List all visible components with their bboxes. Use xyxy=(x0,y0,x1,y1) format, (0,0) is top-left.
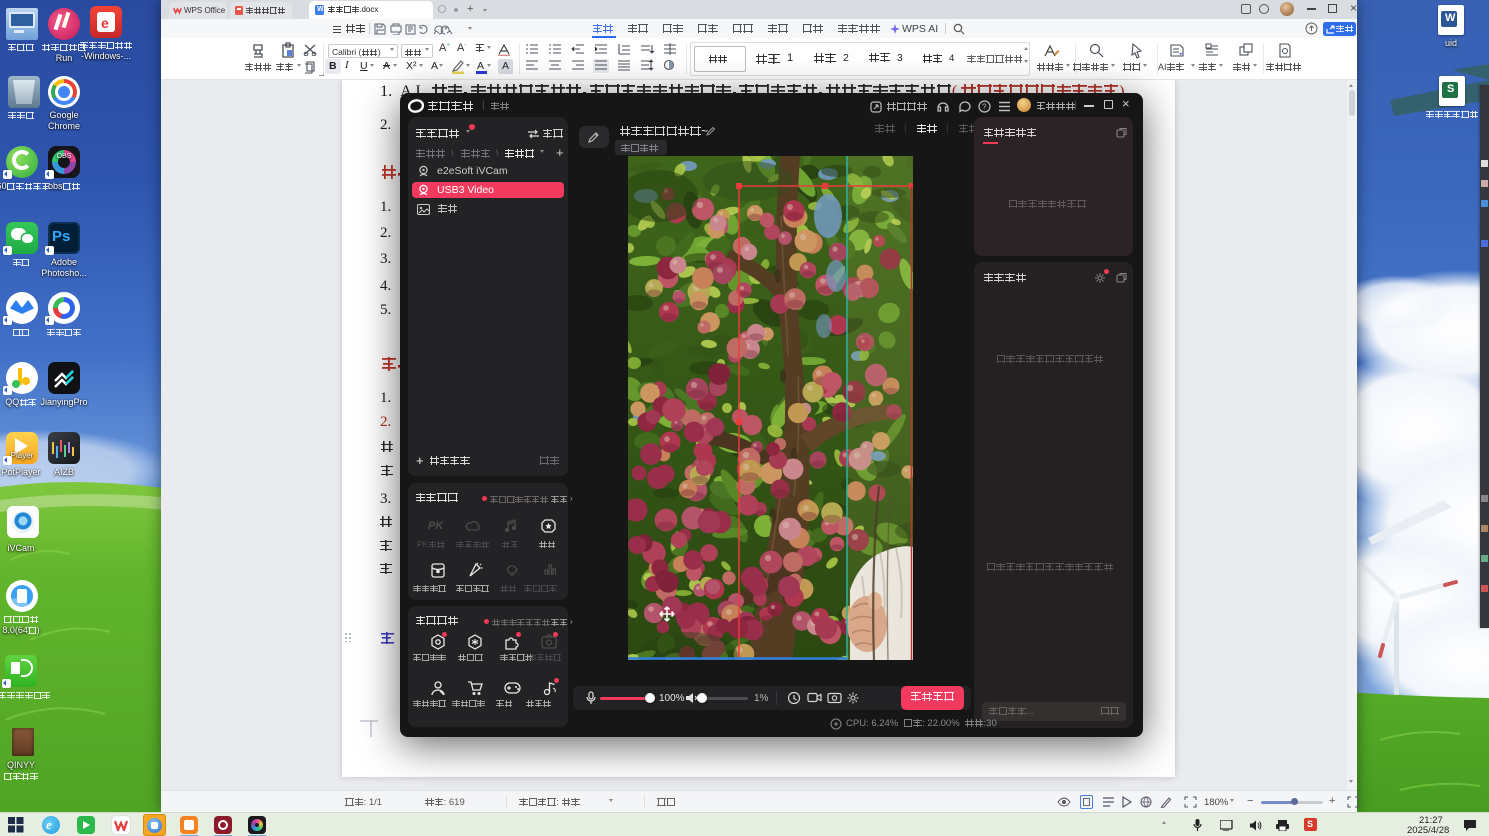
svg-text:?: ? xyxy=(982,103,987,112)
